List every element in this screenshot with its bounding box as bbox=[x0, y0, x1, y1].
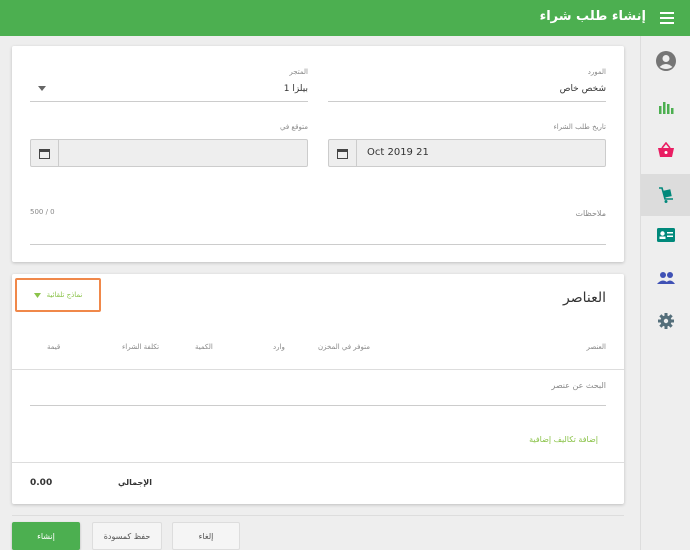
calendar-icon bbox=[337, 148, 348, 159]
save-draft-button[interactable]: حفظ كمسودة bbox=[92, 522, 162, 550]
calendar-icon bbox=[39, 148, 50, 159]
badge-icon bbox=[657, 228, 675, 242]
order-date-label: تاريخ طلب الشراء bbox=[553, 123, 606, 131]
item-search-underline bbox=[30, 405, 606, 406]
order-form-card: المورد شخص خاص المتجر بيلزا 1 تاريخ طلب … bbox=[12, 46, 624, 262]
total-divider bbox=[12, 462, 624, 463]
notes-counter: 500 / 0 bbox=[30, 208, 55, 216]
column-item: العنصر bbox=[586, 343, 607, 351]
column-value: قيمة bbox=[47, 343, 61, 351]
sidebar bbox=[640, 36, 690, 550]
menu-icon[interactable] bbox=[658, 8, 678, 28]
calendar-button[interactable] bbox=[31, 140, 59, 166]
notes-input[interactable] bbox=[30, 244, 606, 245]
store-underline bbox=[30, 101, 308, 102]
reports-icon bbox=[659, 102, 674, 114]
column-quantity: الكمية bbox=[195, 343, 213, 351]
items-title: العناصر bbox=[562, 290, 606, 306]
inventory-icon bbox=[659, 187, 673, 203]
order-date-value: Oct 2019 21 bbox=[367, 147, 429, 158]
header-divider bbox=[12, 369, 624, 370]
supplier-label: المورد bbox=[587, 68, 606, 76]
basket-icon bbox=[658, 142, 674, 157]
column-purchase-cost: تكلفة الشراء bbox=[122, 343, 160, 351]
items-card: العناصر نماذج تلقائية bbox=[12, 274, 624, 504]
expected-date-field[interactable] bbox=[30, 139, 308, 167]
column-in-stock: متوفر في المخزن bbox=[318, 343, 370, 351]
create-button[interactable]: إنشاء bbox=[12, 522, 80, 550]
store-select[interactable]: بيلزا 1 bbox=[284, 84, 308, 94]
store-label: المتجر bbox=[289, 68, 308, 76]
sidebar-item-employees[interactable] bbox=[641, 214, 690, 256]
template-dropdown-label: نماذج تلقائية bbox=[46, 291, 83, 299]
sidebar-item-inventory[interactable] bbox=[641, 174, 690, 216]
people-icon bbox=[657, 272, 675, 284]
order-date-field[interactable]: Oct 2019 21 bbox=[328, 139, 606, 167]
page-title: إنشاء طلب شراء bbox=[539, 9, 646, 24]
sidebar-item-reports[interactable] bbox=[641, 86, 690, 128]
item-search-input[interactable]: البحث عن عنصر bbox=[551, 381, 606, 390]
app-bar: إنشاء طلب شراء bbox=[0, 0, 690, 36]
total-value: 0.00 bbox=[30, 478, 53, 488]
sidebar-item-settings[interactable] bbox=[641, 300, 690, 342]
auto-template-dropdown[interactable]: نماذج تلقائية bbox=[15, 278, 101, 312]
sidebar-item-account[interactable] bbox=[641, 40, 690, 82]
account-icon bbox=[656, 51, 676, 71]
add-extra-costs-link[interactable]: إضافة تكاليف إضافية bbox=[529, 435, 598, 444]
expected-date-label: متوقع في bbox=[280, 123, 308, 131]
sidebar-item-customers[interactable] bbox=[641, 257, 690, 299]
total-label: الإجمالي bbox=[118, 478, 152, 487]
supplier-value[interactable]: شخص خاص bbox=[560, 84, 606, 94]
dropdown-arrow-icon bbox=[33, 292, 41, 298]
calendar-button[interactable] bbox=[329, 140, 357, 166]
cancel-button[interactable]: إلغاء bbox=[172, 522, 240, 550]
supplier-underline bbox=[328, 101, 606, 102]
actions-divider bbox=[12, 515, 624, 516]
gear-icon bbox=[658, 313, 674, 329]
column-incoming: وارد bbox=[273, 343, 285, 351]
sidebar-item-sales[interactable] bbox=[641, 129, 690, 171]
notes-label: ملاحظات bbox=[575, 209, 606, 218]
dropdown-arrow-icon[interactable] bbox=[38, 86, 46, 91]
